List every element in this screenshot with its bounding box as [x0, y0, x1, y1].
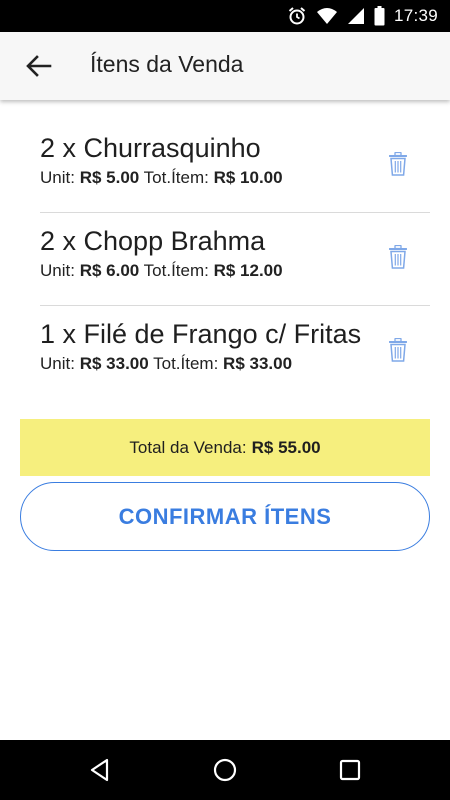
unit-label: Unit: [40, 354, 75, 373]
item-prices: Unit: R$ 6.00 Tot.Ítem: R$ 12.00 [40, 261, 430, 281]
app-bar: Ítens da Venda [0, 32, 450, 100]
item-prices: Unit: R$ 5.00 Tot.Ítem: R$ 10.00 [40, 168, 430, 188]
sale-total-label: Total da Venda: [129, 437, 247, 457]
battery-icon [374, 6, 385, 26]
item-prices: Unit: R$ 33.00 Tot.Ítem: R$ 33.00 [40, 354, 430, 374]
unit-label: Unit: [40, 168, 75, 187]
wifi-icon [316, 8, 337, 24]
item-name: 1 x Filé de Frango c/ Fritas [40, 319, 362, 349]
total-label: Tot.Ítem: [143, 168, 209, 187]
status-time: 17:39 [393, 6, 438, 25]
system-nav-bar [0, 740, 450, 800]
list-item: 1 x Filé de Frango c/ Fritas Unit: R$ 33… [40, 306, 430, 399]
status-icons: 17:39 [287, 5, 438, 27]
total-label: Tot.Ítem: [143, 261, 209, 280]
alarm-icon [288, 7, 306, 25]
arrow-back-icon[interactable] [22, 52, 56, 80]
total-value: R$ 12.00 [213, 261, 283, 280]
trash-icon[interactable] [388, 245, 408, 269]
nav-home-icon[interactable] [211, 756, 239, 784]
unit-value: R$ 33.00 [79, 354, 149, 373]
unit-value: R$ 5.00 [79, 168, 140, 187]
trash-icon[interactable] [388, 152, 408, 176]
list-item: 2 x Chopp Brahma Unit: R$ 6.00 Tot.Ítem:… [40, 213, 430, 306]
page-title: Ítens da Venda [90, 51, 244, 77]
cellular-signal-icon [347, 8, 364, 24]
sale-items-list: 2 x Churrasquinho Unit: R$ 5.00 Tot.Ítem… [40, 120, 430, 399]
list-item: 2 x Churrasquinho Unit: R$ 5.00 Tot.Ítem… [40, 120, 430, 213]
unit-label: Unit: [40, 261, 75, 280]
item-name: 2 x Chopp Brahma [40, 226, 266, 256]
item-name: 2 x Churrasquinho [40, 133, 261, 163]
nav-recents-icon[interactable] [336, 756, 364, 784]
unit-value: R$ 6.00 [79, 261, 140, 280]
confirm-items-button[interactable]: CONFIRMAR ÍTENS [20, 482, 430, 551]
nav-back-icon[interactable] [86, 756, 114, 784]
trash-icon[interactable] [388, 338, 408, 362]
sale-total-banner: Total da Venda: R$ 55.00 [20, 419, 430, 476]
sale-total-value: R$ 55.00 [251, 437, 321, 457]
total-value: R$ 33.00 [223, 354, 293, 373]
status-bar: 17:39 [0, 0, 450, 32]
total-label: Tot.Ítem: [153, 354, 219, 373]
total-value: R$ 10.00 [213, 168, 283, 187]
